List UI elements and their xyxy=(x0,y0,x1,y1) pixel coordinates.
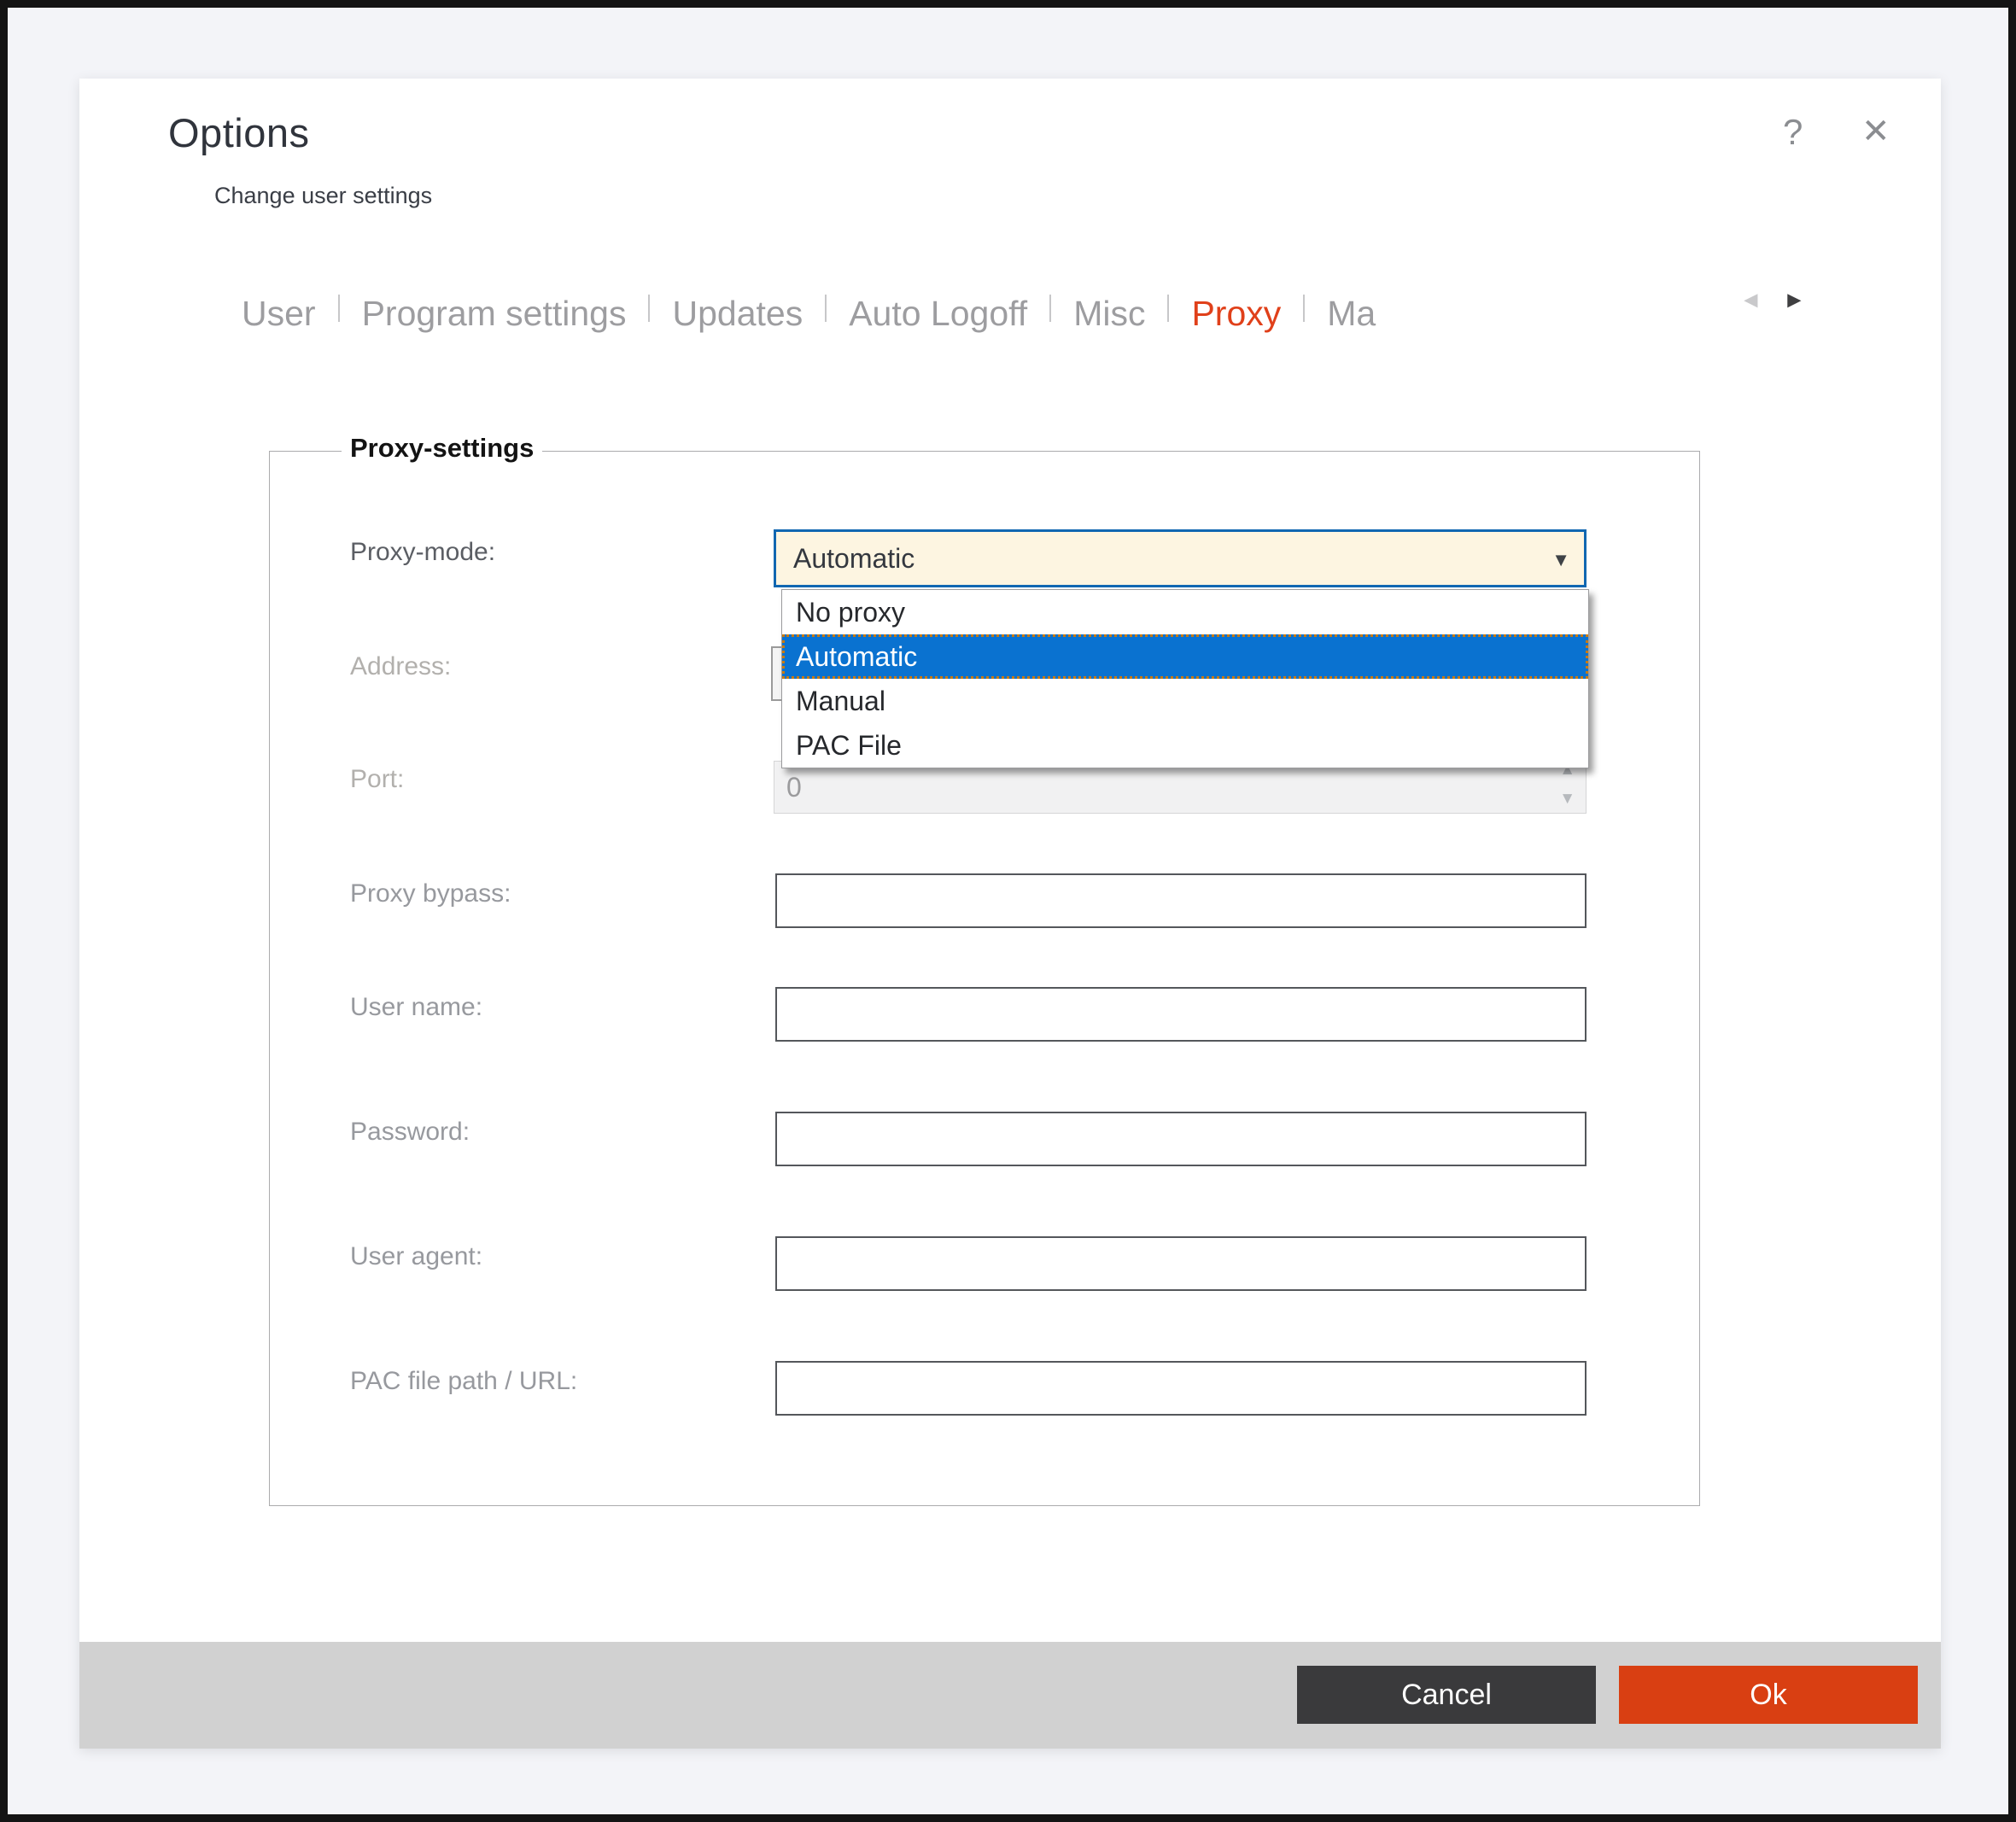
dropdown-option-no-proxy[interactable]: No proxy xyxy=(782,590,1588,634)
tab-proxy[interactable]: Proxy xyxy=(1188,294,1284,334)
dropdown-arrow-icon: ▼ xyxy=(1551,549,1570,571)
options-dialog: Options Change user settings ? ✕ User Pr… xyxy=(79,79,1941,1749)
tab-separator xyxy=(1167,295,1169,322)
proxy-bypass-label: Proxy bypass: xyxy=(350,879,511,908)
tab-updates[interactable]: Updates xyxy=(669,294,806,334)
tab-scroll-right-icon[interactable]: ► xyxy=(1783,289,1806,312)
proxy-mode-value: Automatic xyxy=(793,543,915,575)
footer-bar: Cancel Ok xyxy=(79,1642,1941,1749)
tab-separator xyxy=(825,295,827,322)
pac-file-input[interactable] xyxy=(775,1361,1587,1416)
spin-down-icon: ▼ xyxy=(1559,791,1575,807)
tab-separator xyxy=(338,295,340,322)
port-spinner: 0 ▲ ▼ xyxy=(774,761,1587,814)
pac-file-label: PAC file path / URL: xyxy=(350,1367,577,1396)
user-agent-input[interactable] xyxy=(775,1236,1587,1291)
tab-separator xyxy=(648,295,650,322)
tab-strip: User Program settings Updates Auto Logof… xyxy=(238,294,1379,334)
dropdown-option-automatic[interactable]: Automatic xyxy=(782,634,1588,679)
user-agent-label: User agent: xyxy=(350,1242,482,1271)
ok-button[interactable]: Ok xyxy=(1619,1666,1918,1724)
close-icon[interactable]: ✕ xyxy=(1861,114,1890,149)
proxy-mode-combobox[interactable]: Automatic ▼ xyxy=(774,529,1587,587)
help-icon[interactable]: ? xyxy=(1783,114,1803,150)
tab-program-settings[interactable]: Program settings xyxy=(359,294,630,334)
user-name-label: User name: xyxy=(350,993,482,1022)
cancel-button[interactable]: Cancel xyxy=(1297,1666,1596,1724)
tab-auto-logoff[interactable]: Auto Logoff xyxy=(845,294,1031,334)
tab-truncated[interactable]: Ma xyxy=(1324,294,1379,334)
dialog-title: Options xyxy=(168,109,309,156)
tab-scroll-left-icon[interactable]: ◄ xyxy=(1739,289,1762,312)
proxy-bypass-input[interactable] xyxy=(775,873,1587,928)
user-name-input[interactable] xyxy=(775,987,1587,1042)
proxy-mode-dropdown-list: No proxy Automatic Manual PAC File xyxy=(781,589,1589,768)
dropdown-option-manual[interactable]: Manual xyxy=(782,679,1588,723)
address-label: Address: xyxy=(350,652,451,681)
spinner-buttons: ▲ ▼ xyxy=(1550,762,1575,813)
tab-user[interactable]: User xyxy=(238,294,319,334)
tab-misc[interactable]: Misc xyxy=(1070,294,1148,334)
tab-separator xyxy=(1049,295,1051,322)
tab-separator xyxy=(1303,295,1305,322)
password-label: Password: xyxy=(350,1118,470,1147)
port-label: Port: xyxy=(350,765,404,794)
proxy-mode-label: Proxy-mode: xyxy=(350,538,495,567)
dropdown-option-pac-file[interactable]: PAC File xyxy=(782,723,1588,768)
password-input[interactable] xyxy=(775,1112,1587,1166)
port-value: 0 xyxy=(786,772,802,803)
dialog-subtitle: Change user settings xyxy=(214,183,432,209)
groupbox-legend: Proxy-settings xyxy=(342,433,542,464)
screen-background: Options Change user settings ? ✕ User Pr… xyxy=(0,0,2016,1822)
